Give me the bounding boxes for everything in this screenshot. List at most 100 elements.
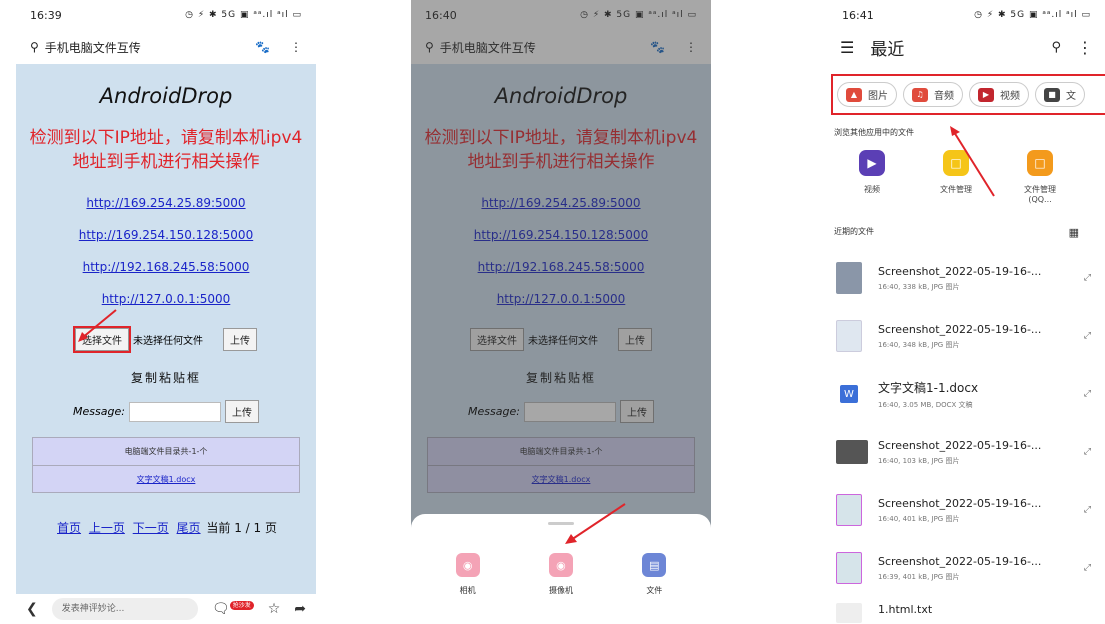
message-label: Message:	[73, 405, 125, 418]
folder-icon: □	[1027, 150, 1053, 176]
more-icon[interactable]: ⋮	[290, 40, 302, 54]
sheet-handle[interactable]	[548, 522, 574, 525]
sheet-option-label: 相机	[459, 586, 476, 595]
search-icon[interactable]: ⚲	[30, 40, 39, 54]
app-label: 文件管理	[940, 185, 972, 194]
status-bar: 16:39 ◷ ⚡ ✱ 5G ▣ ᵃᵃ.ıl ᵃıl ▭	[16, 0, 316, 30]
back-icon[interactable]: ❮	[26, 601, 38, 617]
app-file-manager-qq[interactable]: □ 文件管理(QQ...	[1018, 150, 1062, 204]
phone-screen-picker: 16:40 ◷ ⚡ ✱ 5G ▣ ᵃᵃ.ıl ᵃıl ▭ ⚲ 手机电脑文件互传 …	[411, 0, 711, 624]
pager-first[interactable]: 首页	[57, 521, 81, 535]
expand-icon[interactable]: ⤢	[1084, 389, 1091, 399]
message-input[interactable]	[128, 401, 221, 422]
expand-icon[interactable]: ⤢	[1084, 563, 1091, 573]
star-icon[interactable]: ☆	[268, 601, 281, 617]
upload-row: 选择文件 未选择任何文件 上传	[16, 326, 316, 353]
chip-video[interactable]: ▶ 视频	[969, 82, 1029, 107]
sheet-option-files[interactable]: ▤ 文件	[624, 553, 684, 596]
word-doc-icon: W	[840, 385, 858, 403]
chip-audio[interactable]: ♫ 音频	[903, 82, 963, 107]
list-item[interactable]: Screenshot_2022-05-19-16-... 16:40, 103 k…	[828, 423, 1105, 481]
file-table-header: 电脑端文件目录共-1-个	[124, 447, 208, 456]
browse-other-apps-label: 浏览其他应用中的文件	[834, 128, 914, 137]
file-name: Screenshot_2022-05-19-16-...	[878, 264, 1042, 278]
list-item[interactable]: 1.html.txt	[828, 597, 1105, 624]
list-item[interactable]: Screenshot_2022-05-19-16-... 16:40, 401 k…	[828, 481, 1105, 539]
chip-images[interactable]: ▲ 图片	[837, 82, 897, 107]
upload-button[interactable]: 上传	[223, 328, 257, 351]
ip-link-3[interactable]: http://192.168.245.58:5000	[16, 260, 316, 274]
recent-files-header: 近期的文件 ▦	[834, 226, 1105, 239]
image-thumbnail	[836, 262, 862, 294]
chip-label: 图片	[868, 91, 888, 102]
document-icon: ■	[1044, 87, 1060, 102]
comment-input[interactable]: 发表神评妙论...	[51, 598, 198, 620]
chip-docs[interactable]: ■ 文	[1035, 82, 1085, 107]
file-meta: 16:40, 348 kB, JPG 图片	[878, 340, 960, 349]
sheet-option-video-camera[interactable]: ◉ 摄像机	[531, 553, 591, 596]
file-meta: 16:39, 401 kB, JPG 图片	[878, 572, 960, 581]
list-item[interactable]: W 文字文稿1-1.docx 16:40, 3.05 MB, DOCX 文稿 ⤢	[828, 365, 1105, 423]
pager-last[interactable]: 尾页	[177, 521, 201, 535]
file-link[interactable]: 文字文稿1.docx	[33, 465, 299, 492]
chip-label: 视频	[1000, 91, 1020, 102]
ip-link-4[interactable]: http://127.0.0.1:5000	[16, 292, 316, 306]
list-item[interactable]: Screenshot_2022-05-19-16-... 16:39, 401 k…	[828, 539, 1105, 597]
list-item[interactable]: Screenshot_2022-05-19-16-... 16:40, 338 k…	[828, 249, 1105, 307]
audio-icon: ♫	[912, 87, 928, 102]
search-icon[interactable]: ⚲	[1051, 40, 1061, 55]
play-icon: ▶	[859, 150, 885, 176]
image-thumbnail	[836, 440, 868, 464]
grid-view-icon[interactable]: ▦	[1069, 226, 1079, 239]
pager-prev[interactable]: 上一页	[89, 521, 125, 535]
image-thumbnail	[836, 494, 862, 526]
pager-next[interactable]: 下一页	[133, 521, 169, 535]
status-icons: ◷ ⚡ ✱ 5G ▣ ᵃᵃ.ıl ᵃıl ▭	[974, 10, 1091, 20]
more-icon[interactable]: ⋮	[1077, 38, 1093, 57]
bottom-sheet: ◉ 相机 ◉ 摄像机 ▤ 文件	[411, 514, 711, 624]
ip-link-1[interactable]: http://169.254.25.89:5000	[16, 196, 316, 210]
file-name: Screenshot_2022-05-19-16-...	[878, 322, 1042, 336]
app-video[interactable]: ▶ 视频	[850, 150, 894, 204]
image-thumbnail	[836, 552, 862, 584]
recent-label: 近期的文件	[834, 227, 874, 236]
expand-icon[interactable]: ⤢	[1084, 447, 1091, 457]
sheet-option-label: 摄像机	[548, 586, 573, 595]
file-meta: 16:40, 401 kB, JPG 图片	[878, 514, 960, 523]
file-meta: 16:40, 103 kB, JPG 图片	[878, 456, 960, 465]
status-time: 16:41	[842, 8, 874, 22]
expand-icon[interactable]: ⤢	[1084, 331, 1091, 341]
message-upload-button[interactable]: 上传	[224, 400, 259, 423]
status-bar: 16:41 ◷ ⚡ ✱ 5G ▣ ᵃᵃ.ıl ᵃıl ▭	[828, 0, 1105, 30]
file-name: Screenshot_2022-05-19-16-...	[878, 496, 1042, 510]
video-camera-icon: ◉	[548, 553, 573, 577]
choose-file-button[interactable]: 选择文件	[73, 326, 131, 353]
comment-icon[interactable]: 🗨 抢沙发	[212, 601, 254, 617]
app-file-manager[interactable]: □ 文件管理	[934, 150, 978, 204]
sheet-option-label: 文件	[646, 586, 663, 595]
web-page: AndroidDrop 检测到以下IP地址，请复制本机ipv4地址到手机进行相关…	[16, 64, 316, 594]
paw-icon[interactable]: 🐾	[255, 40, 270, 54]
file-name: 1.html.txt	[878, 603, 933, 616]
expand-icon[interactable]: ⤢	[1084, 273, 1091, 283]
share-icon[interactable]: ➦	[294, 601, 306, 617]
list-item[interactable]: Screenshot_2022-05-19-16-... 16:40, 348 k…	[828, 307, 1105, 365]
folder-icon: □	[943, 150, 969, 176]
status-time: 16:39	[30, 8, 62, 22]
page-title: 最近	[870, 39, 905, 60]
browser-bottom-bar: ❮ 发表神评妙论... 🗨 抢沙发 ☆ ➦	[16, 594, 316, 624]
ip-notice: 检测到以下IP地址，请复制本机ipv4地址到手机进行相关操作	[29, 128, 303, 172]
file-meta: 16:40, 338 kB, JPG 图片	[878, 282, 960, 291]
expand-icon[interactable]: ⤢	[1084, 505, 1091, 515]
menu-icon[interactable]: ☰	[840, 38, 854, 57]
page-title[interactable]: 手机电脑文件互传	[45, 39, 249, 56]
app-label: 视频	[864, 185, 880, 194]
status-icons: ◷ ⚡ ✱ 5G ▣ ᵃᵃ.ıl ᵃıl ▭	[185, 10, 302, 20]
app-label: 文件管理(QQ...	[1024, 185, 1056, 204]
pager: 首页 上一页 下一页 尾页 当前 1 / 1 页	[16, 519, 316, 536]
chip-label: 音频	[934, 91, 954, 102]
phone-screen-browser: 16:39 ◷ ⚡ ✱ 5G ▣ ᵃᵃ.ıl ᵃıl ▭ ⚲ 手机电脑文件互传 …	[16, 0, 316, 624]
ip-link-2[interactable]: http://169.254.150.128:5000	[16, 228, 316, 242]
brand-title: AndroidDrop	[99, 84, 233, 108]
sheet-option-camera[interactable]: ◉ 相机	[438, 553, 498, 596]
